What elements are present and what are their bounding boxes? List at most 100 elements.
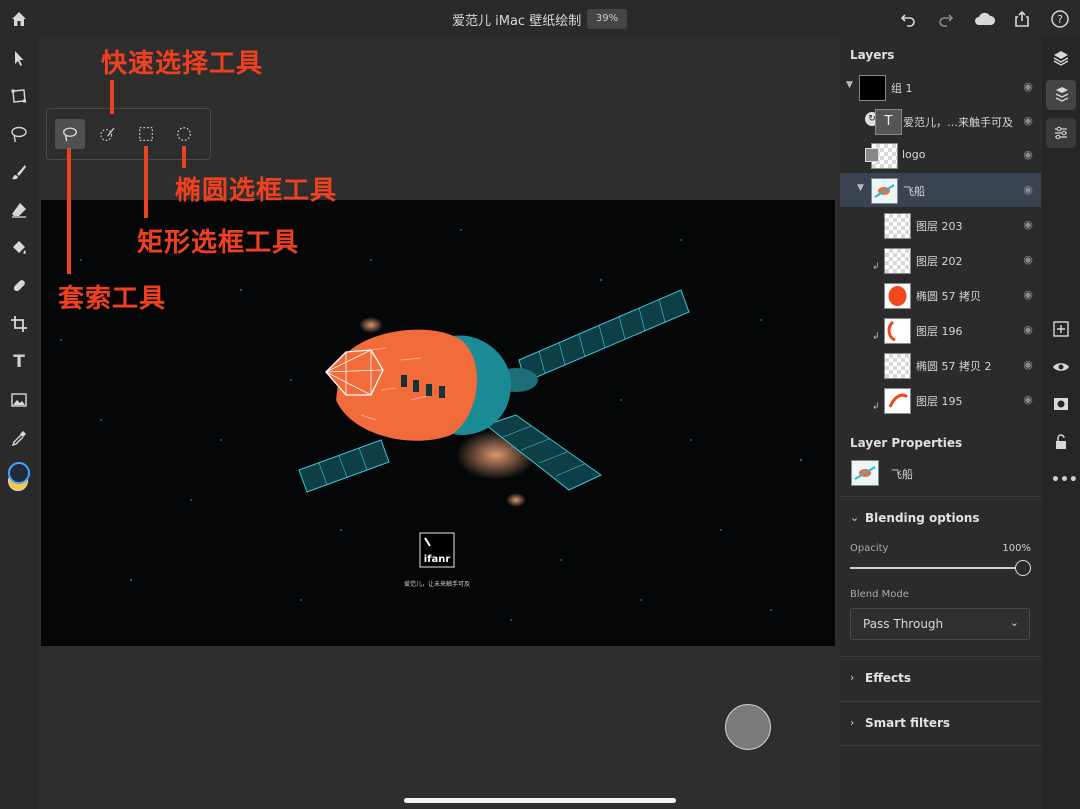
- layer-name: 图层 196: [916, 325, 963, 338]
- artwork: ifanr 爱范儿，让未来触手可及: [60, 229, 803, 621]
- eraser-icon[interactable]: [9, 200, 29, 220]
- lock-icon[interactable]: [1051, 432, 1071, 452]
- lasso-icon[interactable]: [9, 124, 29, 144]
- transform-icon[interactable]: [9, 86, 29, 106]
- eye-icon[interactable]: ◉: [1021, 148, 1035, 162]
- help-icon[interactable]: ?: [1050, 9, 1070, 29]
- layer-name: 椭圆 57 拷贝: [916, 290, 981, 303]
- document-title[interactable]: 爱范儿 iMac 壁纸绘制: [452, 10, 581, 29]
- brush-icon[interactable]: [9, 162, 29, 182]
- blend-mode-value: Pass Through: [863, 617, 944, 631]
- foreground-color-swatch[interactable]: [8, 462, 30, 484]
- left-toolbar: T: [0, 38, 38, 809]
- smart-filters-section[interactable]: › Smart filters: [840, 701, 1041, 746]
- layer-row[interactable]: logo ◉: [840, 138, 1041, 172]
- layer-row[interactable]: 图层 203 ◉: [840, 208, 1041, 242]
- layers-title: Layers: [850, 48, 895, 62]
- collapse-arrow-icon[interactable]: ▼: [857, 183, 864, 193]
- image-icon[interactable]: [9, 390, 29, 410]
- layer-thumbnail: [884, 318, 911, 344]
- undo-icon[interactable]: [898, 9, 918, 29]
- color-swatch[interactable]: [7, 462, 30, 492]
- annotation-line-rect: [144, 146, 148, 218]
- eye-icon[interactable]: ◉: [1021, 393, 1035, 407]
- mask-icon[interactable]: [1051, 394, 1071, 414]
- visibility-icon[interactable]: [1051, 357, 1071, 377]
- share-icon[interactable]: [1012, 9, 1032, 29]
- eye-icon[interactable]: ◉: [1021, 253, 1035, 267]
- glow-small-2: [506, 493, 526, 507]
- adjustments-button[interactable]: [1046, 118, 1076, 148]
- layer-row[interactable]: ↻ T 爱范儿，…来触手可及 ◉: [840, 104, 1041, 138]
- layer-properties-icon: [1055, 87, 1069, 102]
- chevron-right-icon[interactable]: ›: [850, 716, 854, 729]
- effects-section[interactable]: › Effects: [840, 656, 1041, 701]
- layer-row[interactable]: 椭圆 57 拷贝 ◉: [840, 278, 1041, 312]
- ellipse-marquee-icon: [177, 127, 191, 141]
- blending-options-label[interactable]: Blending options: [865, 511, 980, 525]
- cloud-icon[interactable]: [973, 9, 997, 29]
- fill-icon[interactable]: [9, 238, 29, 258]
- annotation-line-ellipse: [182, 146, 186, 168]
- opacity-label: Opacity: [850, 543, 889, 554]
- rect-marquee-tool-button[interactable]: [131, 119, 161, 149]
- home-icon[interactable]: [9, 9, 29, 29]
- healing-icon[interactable]: [9, 276, 29, 296]
- chevron-down-icon[interactable]: ⌄: [850, 511, 859, 524]
- layers-panel: Layers ▼ 组 1 ◉ ↻ T 爱范儿，…来触手可及 ◉ logo ◉ ▼…: [840, 38, 1041, 420]
- add-layer-icon[interactable]: [1051, 319, 1071, 339]
- divider: [840, 745, 1041, 746]
- svg-text:?: ?: [1057, 13, 1063, 26]
- chevron-down-icon: ⌄: [1009, 616, 1019, 629]
- layer-thumbnail: [871, 178, 898, 204]
- layer-row[interactable]: ▼ 组 1 ◉: [840, 70, 1041, 104]
- eye-icon[interactable]: ◉: [1021, 288, 1035, 302]
- layer-name: 图层 202: [916, 255, 963, 268]
- layers-icon[interactable]: [1051, 48, 1071, 68]
- eye-icon[interactable]: ◉: [1021, 183, 1035, 197]
- touch-shortcut-button[interactable]: [725, 704, 771, 750]
- ellipse-marquee-tool-button[interactable]: [169, 119, 199, 149]
- layer-row-selected[interactable]: ▼ 飞船 ◉: [840, 173, 1041, 207]
- crop-icon[interactable]: [9, 314, 29, 334]
- eye-icon[interactable]: ◉: [1021, 80, 1035, 94]
- collapse-arrow-icon[interactable]: ▼: [846, 80, 853, 90]
- layer-thumbnail: [884, 353, 911, 379]
- properties-title: Layer Properties: [850, 436, 963, 450]
- eye-icon[interactable]: ◉: [1021, 218, 1035, 232]
- home-indicator[interactable]: [404, 798, 676, 803]
- layer-thumbnail: [884, 283, 911, 309]
- layer-thumbnail: [859, 75, 886, 101]
- solar-panel-right-top: [518, 289, 690, 383]
- redo-icon[interactable]: [936, 9, 956, 29]
- layer-thumbnail: [884, 248, 911, 274]
- eye-icon[interactable]: ◉: [1021, 358, 1035, 372]
- artboard-canvas[interactable]: ifanr 爱范儿，让未来触手可及: [41, 200, 835, 646]
- annotation-lasso: 套索工具: [58, 284, 167, 314]
- lasso-tool-button[interactable]: [55, 119, 85, 149]
- eye-icon[interactable]: ◉: [1021, 323, 1035, 337]
- blending-options-section: ⌄ Blending options Opacity 100% Blend Mo…: [840, 496, 1041, 667]
- zoom-level[interactable]: 39%: [587, 9, 627, 29]
- layer-row[interactable]: ↲ 图层 195 ◉: [840, 383, 1041, 417]
- opacity-slider-handle[interactable]: [1015, 560, 1031, 576]
- layer-thumbnail: [884, 388, 911, 414]
- more-icon[interactable]: •••: [1051, 470, 1078, 490]
- blend-mode-select[interactable]: Pass Through ⌄: [850, 608, 1030, 640]
- eye-icon[interactable]: ◉: [1021, 114, 1035, 128]
- layer-thumbnail: [884, 213, 911, 239]
- select-icon[interactable]: [9, 48, 29, 68]
- layer-row[interactable]: ↲ 图层 202 ◉: [840, 243, 1041, 277]
- chevron-right-icon[interactable]: ›: [850, 671, 854, 684]
- smart-filters-label[interactable]: Smart filters: [865, 716, 950, 730]
- effects-label[interactable]: Effects: [865, 671, 911, 685]
- quick-select-tool-button[interactable]: [93, 119, 123, 149]
- opacity-slider-track[interactable]: [850, 567, 1025, 569]
- layer-row[interactable]: 椭圆 57 拷贝 2 ◉: [840, 348, 1041, 382]
- type-icon[interactable]: T: [9, 352, 29, 372]
- eyedropper-icon[interactable]: [9, 428, 29, 448]
- properties-thumbnail: [851, 460, 879, 486]
- right-toolbar: •••: [1042, 38, 1080, 809]
- layer-row[interactable]: ↲ 图层 196 ◉: [840, 313, 1041, 347]
- layer-properties-button[interactable]: [1046, 80, 1076, 110]
